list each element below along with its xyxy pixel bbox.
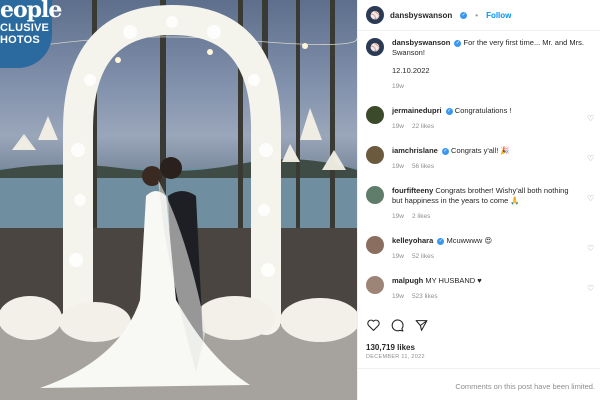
like-comment-heart-icon[interactable]: ♡ xyxy=(587,154,596,163)
comment-likes[interactable]: 56 likes xyxy=(412,162,434,172)
comment-text: Congrats y'all! 🎉 xyxy=(451,146,510,155)
header-divider xyxy=(358,30,600,31)
comment-username[interactable]: malpugh xyxy=(392,276,423,285)
like-comment-heart-icon[interactable]: ♡ xyxy=(587,284,596,293)
caption-age: 19w xyxy=(392,83,404,90)
like-comment-heart-icon[interactable]: ♡ xyxy=(587,244,596,253)
follow-button[interactable]: Follow xyxy=(486,11,511,20)
post-panel: ⚾ dansbyswanson ✓ • Follow ⚾ dansbyswans… xyxy=(357,0,600,400)
verified-badge-icon: ✓ xyxy=(460,11,468,19)
post-date: DECEMBER 11, 2022 xyxy=(366,354,425,360)
like-heart-icon[interactable] xyxy=(366,318,380,332)
comment-item: fourfifteeny Congrats brother! Wishy'all… xyxy=(366,186,596,222)
verified-badge-icon: ✓ xyxy=(445,107,453,115)
publisher-overlay-brand: eople xyxy=(0,0,62,23)
author-avatar[interactable]: ⚾ xyxy=(366,6,384,24)
comment-bubble-icon[interactable] xyxy=(390,318,404,332)
author-username[interactable]: dansbyswanson xyxy=(390,11,452,20)
post-actions xyxy=(366,318,428,332)
publisher-overlay-tag-line2: HOTOS xyxy=(0,34,40,46)
comment-likes[interactable]: 523 likes xyxy=(412,292,438,302)
comment-avatar[interactable] xyxy=(366,236,384,254)
string-light-bulbs xyxy=(115,43,308,63)
comment-age: 19w xyxy=(392,293,404,300)
comment-text: Mcuwwww 😍 xyxy=(446,236,493,245)
comment-likes[interactable]: 2 likes xyxy=(412,212,430,222)
publisher-overlay-tag-line1: CLUSIVE xyxy=(0,22,50,34)
comment-likes[interactable]: 52 likes xyxy=(412,252,434,262)
verified-badge-icon: ✓ xyxy=(441,147,449,155)
caption-username[interactable]: dansbyswanson xyxy=(392,38,450,47)
comments-list: ⚾ dansbyswanson ✓ For the very first tim… xyxy=(366,38,596,316)
comment-avatar[interactable] xyxy=(366,146,384,164)
comment-age: 19w xyxy=(392,213,404,220)
share-send-icon[interactable] xyxy=(414,318,428,332)
caption-text: dansbyswanson ✓ For the very first time.… xyxy=(392,38,596,58)
comment-item: jermainedupri ✓ Congratulations ! 19w 22 … xyxy=(366,106,596,132)
post-header: ⚾ dansbyswanson ✓ • Follow xyxy=(366,4,511,26)
comment-item: iamchrislane ✓ Congrats y'all! 🎉 19w 56 l… xyxy=(366,146,596,172)
comment-item: kelleyohara ✓ Mcuwwww 😍 19w 52 likes ♡ xyxy=(366,236,596,262)
caption-avatar[interactable]: ⚾ xyxy=(366,38,384,56)
caption: ⚾ dansbyswanson ✓ For the very first tim… xyxy=(366,38,596,92)
comment-avatar[interactable] xyxy=(366,106,384,124)
caption-date-tag: 12.10.2022 xyxy=(392,66,430,75)
comment-username[interactable]: fourfifteeny xyxy=(392,186,433,195)
comment-avatar[interactable] xyxy=(366,276,384,294)
post-photo[interactable]: eople CLUSIVE HOTOS xyxy=(0,0,357,400)
likes-count[interactable]: 130,719 likes xyxy=(366,343,415,352)
like-comment-heart-icon[interactable]: ♡ xyxy=(587,114,596,123)
comment-age: 19w xyxy=(392,253,404,260)
comment-text: MY HUSBAND ♥ xyxy=(425,276,482,285)
footer-divider xyxy=(358,368,600,369)
verified-badge-icon: ✓ xyxy=(437,237,445,245)
comment-likes[interactable]: 22 likes xyxy=(412,122,434,132)
like-comment-heart-icon[interactable]: ♡ xyxy=(587,194,596,203)
comment-age: 19w xyxy=(392,123,404,130)
separator-dot: • xyxy=(475,10,479,20)
comment-avatar[interactable] xyxy=(366,186,384,204)
comment-item: malpugh MY HUSBAND ♥ 19w 523 likes ♡ xyxy=(366,276,596,302)
comment-age: 19w xyxy=(392,163,404,170)
comment-username[interactable]: jermainedupri xyxy=(392,106,442,115)
comment-username[interactable]: kelleyohara xyxy=(392,236,433,245)
comment-username[interactable]: iamchrislane xyxy=(392,146,438,155)
comments-limited-notice: Comments on this post have been limited. xyxy=(455,382,595,391)
comment-text: Congratulations ! xyxy=(454,106,512,115)
wedding-photo-illustration xyxy=(0,0,357,400)
verified-badge-icon: ✓ xyxy=(454,39,462,47)
